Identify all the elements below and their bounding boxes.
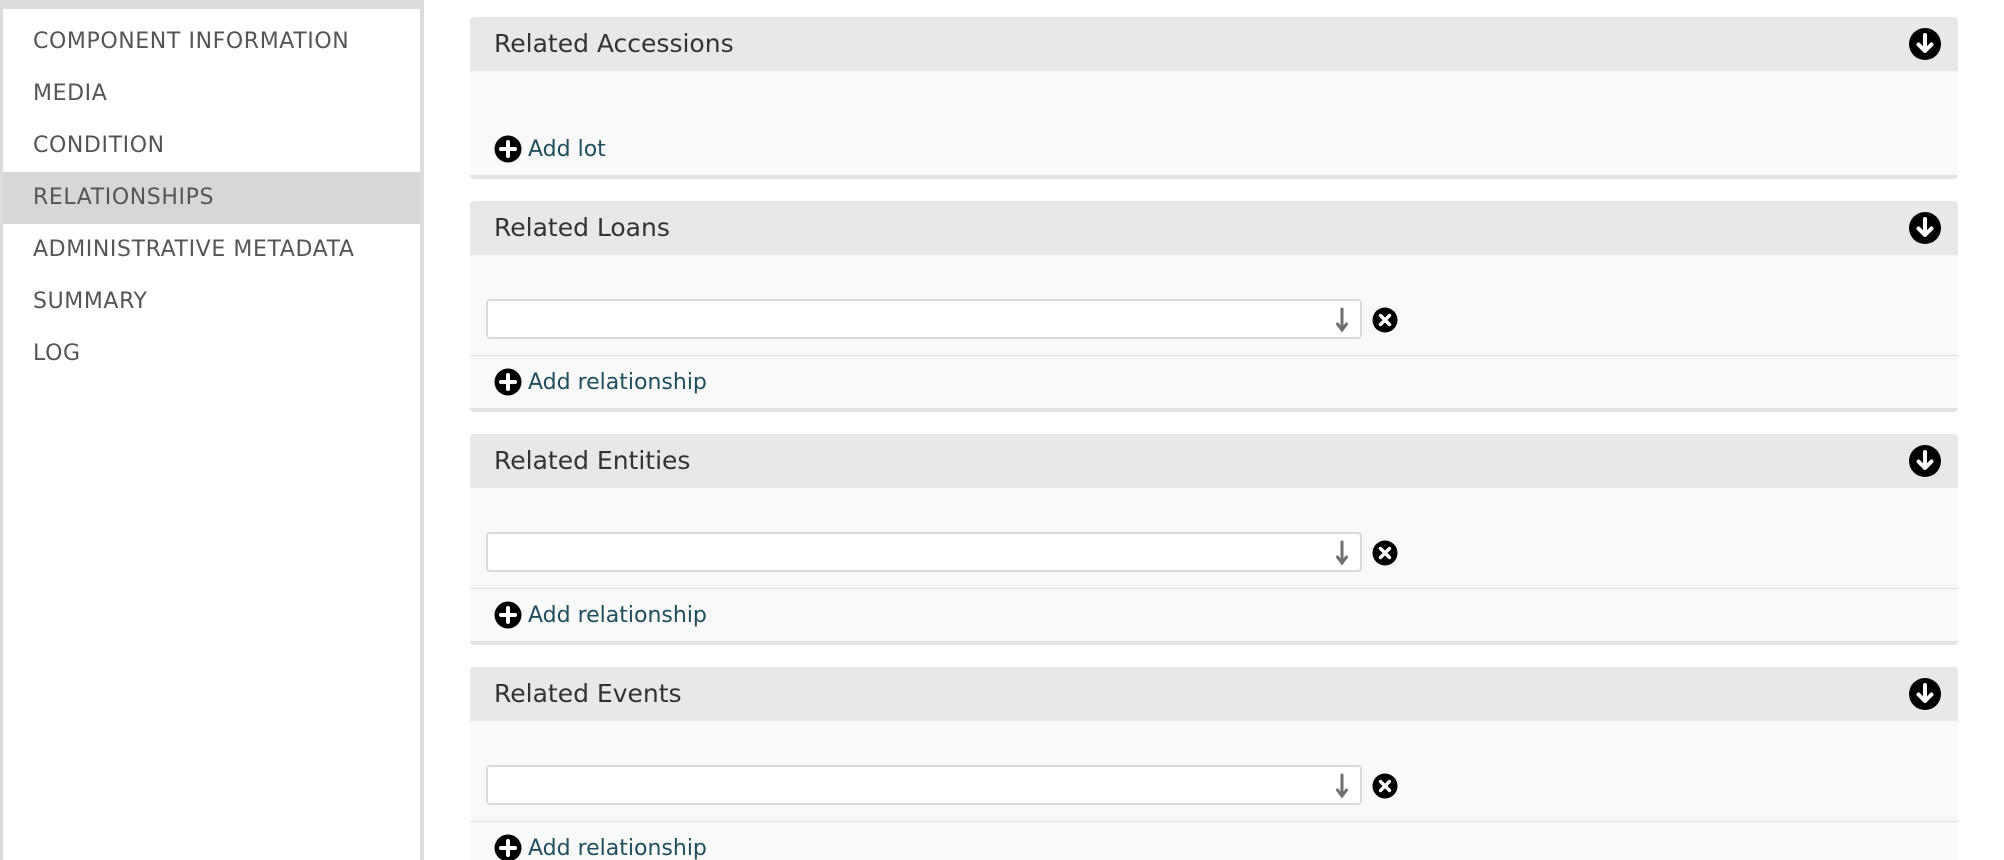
add-relationship-link[interactable]: Add relationship — [494, 368, 707, 396]
add-lot-label: Add lot — [528, 136, 606, 162]
panel-title: Related Events — [494, 679, 682, 708]
remove-circle-icon[interactable] — [1372, 773, 1398, 799]
arrow-down-circle-icon[interactable] — [1908, 27, 1942, 61]
related-accessions-panel: Related Accessions Add lot — [470, 17, 1958, 179]
sidebar-list: COMPONENT INFORMATION MEDIA CONDITION RE… — [3, 9, 420, 380]
arrow-down-circle-icon[interactable] — [1908, 211, 1942, 245]
remove-circle-icon[interactable] — [1372, 540, 1398, 566]
sidebar-divider — [3, 0, 420, 9]
arrow-down-circle-icon[interactable] — [1908, 677, 1942, 711]
related-entities-header[interactable]: Related Entities — [470, 434, 1958, 488]
plus-circle-icon — [494, 601, 522, 629]
related-accessions-body — [470, 71, 1958, 123]
related-loans-panel: Related Loans Add relationship — [470, 201, 1958, 412]
sidebar-item-condition[interactable]: CONDITION — [3, 120, 420, 172]
related-accessions-header[interactable]: Related Accessions — [470, 17, 1958, 71]
sidebar-item-log[interactable]: LOG — [3, 328, 420, 380]
add-relationship-row: Add relationship — [470, 822, 1958, 860]
add-relationship-link[interactable]: Add relationship — [494, 834, 707, 860]
add-relationship-row: Add relationship — [470, 356, 1958, 408]
plus-circle-icon — [494, 135, 522, 163]
plus-circle-icon — [494, 834, 522, 860]
sidebar-item-relationships[interactable]: RELATIONSHIPS — [3, 172, 420, 224]
add-relationship-label: Add relationship — [528, 369, 707, 395]
plus-circle-icon — [494, 368, 522, 396]
remove-circle-icon[interactable] — [1372, 307, 1398, 333]
arrow-down-icon[interactable] — [1334, 307, 1350, 333]
arrow-down-circle-icon[interactable] — [1908, 444, 1942, 478]
related-events-field-area — [470, 721, 1958, 822]
related-events-header[interactable]: Related Events — [470, 667, 1958, 721]
add-relationship-link[interactable]: Add relationship — [494, 601, 707, 629]
related-loans-field-area — [470, 255, 1958, 356]
related-entities-field-area — [470, 488, 1958, 589]
arrow-down-icon[interactable] — [1334, 773, 1350, 799]
relationships-content: Related Accessions Add lot Related Loans… — [470, 17, 1958, 860]
related-event-autocomplete-input[interactable] — [486, 765, 1362, 805]
add-relationship-label: Add relationship — [528, 835, 707, 860]
panel-title: Related Loans — [494, 213, 670, 242]
arrow-down-icon[interactable] — [1334, 540, 1350, 566]
related-loans-header[interactable]: Related Loans — [470, 201, 1958, 255]
sidebar-item-summary[interactable]: SUMMARY — [3, 276, 420, 328]
add-lot-link[interactable]: Add lot — [494, 135, 606, 163]
app-root: COMPONENT INFORMATION MEDIA CONDITION RE… — [0, 0, 2004, 860]
panel-title: Related Entities — [494, 446, 691, 475]
sidebar-item-media[interactable]: MEDIA — [3, 68, 420, 120]
add-relationship-row: Add relationship — [470, 589, 1958, 641]
sidebar-item-administrative-metadata[interactable]: ADMINISTRATIVE METADATA — [3, 224, 420, 276]
related-entities-panel: Related Entities Add relationship — [470, 434, 1958, 645]
sidebar-item-component-information[interactable]: COMPONENT INFORMATION — [3, 16, 420, 68]
sidebar: COMPONENT INFORMATION MEDIA CONDITION RE… — [0, 0, 424, 860]
related-events-panel: Related Events Add relationship — [470, 667, 1958, 860]
add-relationship-label: Add relationship — [528, 602, 707, 628]
related-entity-autocomplete-input[interactable] — [486, 532, 1362, 572]
panel-title: Related Accessions — [494, 29, 734, 58]
related-loan-autocomplete-input[interactable] — [486, 299, 1362, 339]
add-lot-row: Add lot — [470, 123, 1958, 175]
